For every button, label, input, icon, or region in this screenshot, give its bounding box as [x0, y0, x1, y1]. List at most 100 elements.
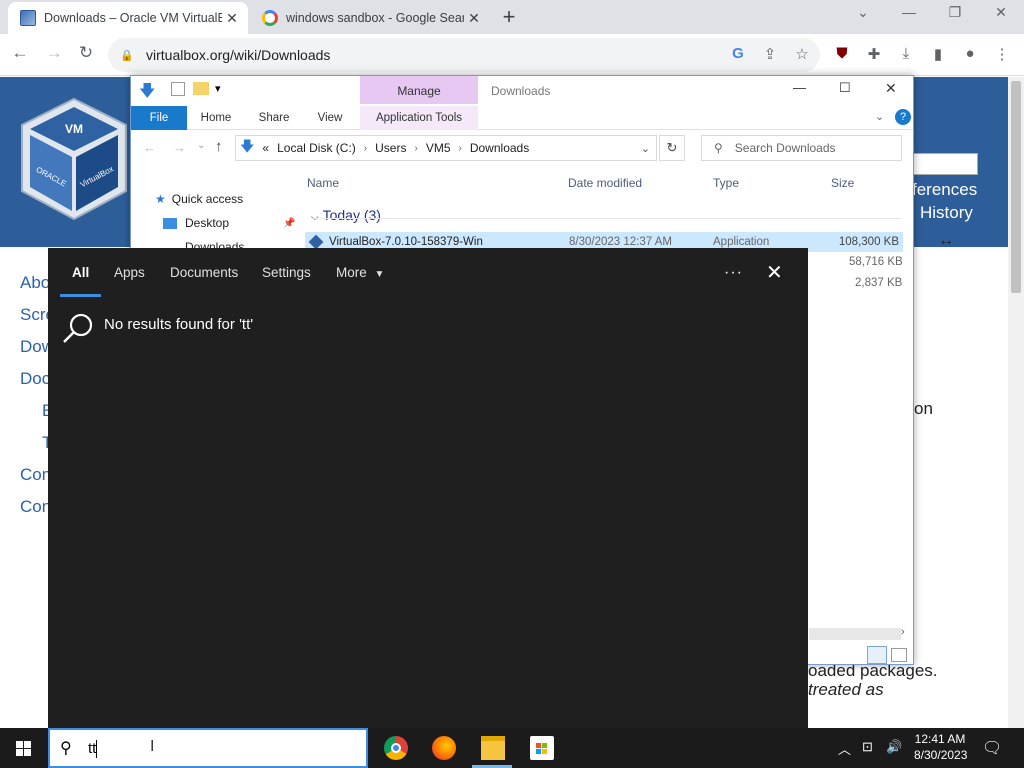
sidebar-link-about[interactable]: Abo — [20, 273, 50, 293]
column-header-size[interactable]: Size — [831, 176, 854, 190]
share-icon[interactable]: ⇪ — [759, 45, 781, 63]
group-header-today[interactable]: ⌵Today (3) — [311, 207, 381, 223]
close-tab-icon[interactable]: ✕ — [464, 10, 484, 27]
scrollbar-thumb[interactable] — [1011, 81, 1021, 293]
new-folder-icon[interactable] — [193, 82, 209, 95]
filter-documents[interactable]: Documents — [170, 265, 238, 280]
clock[interactable]: 12:41 AM 8/30/2023 — [914, 732, 967, 762]
column-header-type[interactable]: Type — [713, 176, 739, 190]
store-tile — [542, 743, 547, 748]
tab-virtualbox-downloads[interactable]: Downloads – Oracle VM VirtualBox ✕ — [8, 2, 248, 34]
back-icon[interactable]: ← — [143, 140, 156, 155]
extensions-icon[interactable]: ✚ — [863, 45, 885, 63]
breadcrumb-separator-icon: › — [363, 142, 368, 154]
large-icons-view-icon[interactable] — [891, 648, 907, 662]
forward-button[interactable]: → — [42, 43, 66, 63]
horizontal-scrollbar[interactable] — [809, 628, 901, 640]
close-window-button[interactable]: ✕ — [986, 4, 1016, 21]
menu-kebab-icon[interactable]: ⋮ — [991, 45, 1013, 63]
chrome-taskbar-icon[interactable] — [384, 736, 408, 760]
browser-toolbar: ← → ↻ 🔒 virtualbox.org/wiki/Downloads G … — [0, 34, 1024, 76]
network-icon[interactable]: ⊡ — [862, 739, 873, 755]
close-search-icon[interactable]: ✕ — [766, 260, 783, 285]
forward-icon[interactable]: → — [173, 140, 186, 155]
close-tab-icon[interactable]: ✕ — [222, 10, 242, 27]
volume-icon[interactable]: 🔊 — [886, 739, 902, 755]
ribbon-tab-home[interactable]: Home — [193, 106, 239, 130]
scroll-right-icon[interactable]: › — [901, 626, 905, 638]
reload-button[interactable]: ↻ — [74, 43, 98, 63]
bookmark-star-icon[interactable]: ☆ — [791, 45, 813, 63]
properties-icon[interactable] — [171, 82, 185, 96]
new-tab-button[interactable]: + — [498, 6, 520, 28]
show-hidden-icons-icon[interactable]: ︿ — [838, 739, 851, 758]
pin-icon[interactable]: 📌 — [283, 218, 295, 229]
minimize-button[interactable]: — — [793, 80, 806, 95]
breadcrumb-local-disk[interactable]: Local Disk (C:) — [277, 141, 356, 155]
expand-ribbon-icon[interactable]: ⌄ — [875, 110, 884, 123]
tab-google-search[interactable]: windows sandbox - Google Search ✕ — [250, 2, 490, 34]
address-bar[interactable]: 🔒 virtualbox.org/wiki/Downloads — [108, 38, 820, 72]
maximize-button[interactable]: ☐ — [839, 80, 851, 96]
filter-more-label: More — [336, 265, 367, 280]
ribbon-tab-file[interactable]: File — [131, 106, 187, 130]
google-lens-icon[interactable]: G — [727, 45, 749, 62]
firefox-taskbar-icon[interactable] — [432, 736, 456, 760]
side-panel-icon[interactable]: ▮ — [927, 45, 949, 63]
column-header-date-modified[interactable]: Date modified — [568, 176, 642, 190]
file-size: 2,837 KB — [855, 277, 903, 289]
notifications-icon[interactable]: 🗨 — [982, 738, 1002, 758]
wiki-search-box[interactable] — [912, 153, 978, 175]
recent-locations-icon[interactable]: ⌄ — [197, 140, 205, 151]
column-header-name[interactable]: Name — [307, 176, 339, 190]
restore-button[interactable]: ❐ — [940, 4, 970, 21]
virtualbox-logo: VM ORACLE VirtualBox — [21, 97, 127, 221]
ibeam-cursor-icon: I — [150, 738, 155, 755]
sidebar-link-documentation[interactable]: Doc — [20, 369, 50, 389]
ribbon-tab-view[interactable]: View — [307, 106, 353, 130]
back-button[interactable]: ← — [8, 43, 32, 63]
nav-quick-access[interactable]: ★ Quick access — [155, 192, 243, 206]
chrome-center — [391, 743, 401, 753]
address-breadcrumb[interactable]: 🡇 « Local Disk (C:) › Users › VM5 › Down… — [235, 135, 657, 161]
qat-dropdown-icon[interactable]: ▾ — [215, 82, 221, 95]
tab-search-icon[interactable]: ⌄ — [848, 4, 878, 21]
tab-title: windows sandbox - Google Search — [286, 11, 464, 25]
filter-all[interactable]: All — [72, 265, 89, 280]
start-windows-icon[interactable] — [0, 728, 48, 768]
ribbon-tab-share[interactable]: Share — [251, 106, 297, 130]
help-icon[interactable]: ? — [895, 109, 911, 125]
more-options-icon[interactable]: ··· — [724, 264, 743, 282]
microsoft-store-taskbar-icon[interactable] — [530, 736, 554, 760]
file-explorer-taskbar-icon[interactable] — [481, 736, 505, 760]
breadcrumb-vm5[interactable]: VM5 — [426, 141, 451, 155]
filter-apps[interactable]: Apps — [114, 265, 145, 280]
store-tile — [542, 749, 547, 754]
store-tile — [536, 743, 541, 748]
breadcrumb-downloads[interactable]: Downloads — [470, 141, 529, 155]
preferences-link[interactable]: ferences — [912, 180, 977, 200]
file-size: 58,716 KB — [849, 256, 903, 268]
ublock-icon[interactable]: ⛊ — [831, 45, 853, 62]
profile-avatar-icon[interactable]: ● — [959, 45, 981, 62]
page-scrollbar[interactable] — [1008, 77, 1024, 728]
ribbon-tab-application-tools[interactable]: Application Tools — [360, 106, 478, 130]
close-button[interactable]: ✕ — [885, 80, 897, 97]
minimize-button[interactable]: — — [894, 4, 924, 20]
manage-tab[interactable]: Manage — [360, 76, 478, 104]
windows-search-panel: All Apps Documents Settings More ▼ ··· ✕… — [48, 248, 808, 728]
up-icon[interactable]: ↑ — [215, 138, 223, 155]
breadcrumb-users[interactable]: Users — [375, 141, 406, 155]
refresh-icon[interactable]: ↻ — [659, 135, 685, 161]
nav-desktop[interactable]: Desktop 📌 — [163, 216, 295, 230]
explorer-search-box[interactable]: ⚲ Search Downloads — [701, 135, 902, 161]
filter-settings[interactable]: Settings — [262, 265, 311, 280]
history-link[interactable]: History — [920, 203, 973, 223]
downloads-icon[interactable]: ⤓ — [895, 45, 917, 62]
details-view-icon[interactable] — [867, 646, 887, 664]
taskbar-search-box[interactable]: ⚲ tt I — [48, 728, 368, 768]
sidebar-link-contribute[interactable]: Con — [20, 497, 51, 517]
filter-more[interactable]: More ▼ — [336, 265, 384, 280]
virtualbox-favicon-icon — [20, 10, 36, 26]
address-dropdown-icon[interactable]: ⌄ — [641, 142, 650, 155]
